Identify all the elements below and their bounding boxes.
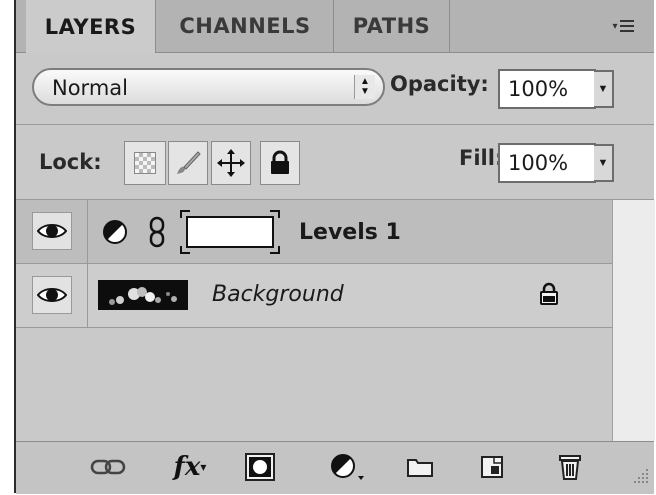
- visibility-cell: [16, 200, 88, 263]
- adjustment-layer-icon[interactable]: [326, 450, 370, 484]
- layer-row-background[interactable]: Background: [16, 264, 612, 328]
- resize-grip-icon[interactable]: [632, 467, 650, 490]
- divider: [16, 124, 654, 125]
- tab-bar: LAYERS CHANNELS PATHS ▾: [16, 0, 654, 53]
- layer-mask-icon[interactable]: [242, 450, 278, 484]
- lock-label: Lock:: [39, 150, 102, 174]
- adjustment-layer-icon: [102, 219, 128, 250]
- lock-all-icon[interactable]: [260, 141, 300, 185]
- lock-transparent-pixels-icon[interactable]: [124, 141, 166, 185]
- blend-mode-stepper-icon: ▲ ▼: [354, 75, 375, 99]
- new-layer-icon[interactable]: [474, 450, 510, 484]
- tab-channels[interactable]: CHANNELS: [157, 0, 334, 52]
- delete-layer-icon[interactable]: [552, 450, 588, 484]
- lock-image-pixels-icon[interactable]: [168, 141, 208, 185]
- fill-label: Fill:: [459, 146, 504, 170]
- new-group-icon[interactable]: [402, 450, 438, 484]
- layers-panel: LAYERS CHANNELS PATHS ▾ Normal ▲ ▼ Opacit…: [14, 0, 655, 494]
- blend-mode-value: Normal: [52, 76, 128, 100]
- layer-list: Levels 1 Background: [16, 200, 612, 441]
- tab-paths[interactable]: PATHS: [334, 0, 450, 52]
- layer-row-levels-1[interactable]: Levels 1: [16, 200, 612, 264]
- fill-input[interactable]: 100%: [498, 143, 596, 183]
- layer-name[interactable]: Levels 1: [299, 220, 401, 245]
- layer-style-fx-icon[interactable]: fx ▾: [166, 450, 214, 484]
- visibility-cell: [16, 264, 88, 327]
- layer-name[interactable]: Background: [212, 282, 344, 307]
- eye-icon[interactable]: [32, 212, 72, 250]
- link-layers-icon[interactable]: [88, 450, 128, 484]
- eye-icon[interactable]: [32, 276, 72, 314]
- opacity-label: Opacity:: [390, 72, 489, 96]
- layer-mask-thumbnail[interactable]: [180, 210, 280, 254]
- opacity-input[interactable]: 100%: [498, 69, 596, 109]
- layer-thumbnail[interactable]: [98, 280, 188, 310]
- tab-layers[interactable]: LAYERS: [26, 0, 156, 53]
- lock-icon: [539, 282, 559, 311]
- layers-toolbar: fx ▾: [16, 441, 654, 494]
- fill-dropdown-icon[interactable]: ▼: [594, 144, 614, 182]
- layer-list-scrollbar[interactable]: [612, 200, 655, 441]
- lock-position-icon[interactable]: [211, 141, 251, 185]
- chain-link-icon[interactable]: [148, 216, 166, 253]
- blend-mode-select[interactable]: Normal ▲ ▼: [32, 68, 385, 106]
- panel-menu-icon[interactable]: ▾: [608, 14, 638, 38]
- opacity-dropdown-icon[interactable]: ▼: [594, 70, 614, 108]
